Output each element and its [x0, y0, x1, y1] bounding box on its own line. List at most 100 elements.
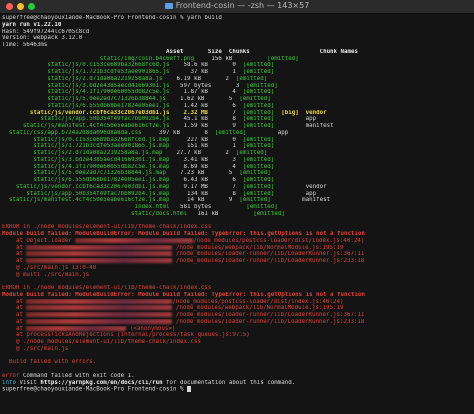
asset-chunk: 3	[207, 156, 243, 163]
asset-emitted: [emitted]	[242, 102, 275, 109]
terminal-output[interactable]: superfree@chaoyouxiande-MacBook-Pro Fron…	[0, 14, 474, 414]
asset-size: 1.59 kB	[169, 123, 208, 129]
asset-asset: static/js/5.0ee2ad7c71326b38844.js	[2, 96, 167, 102]
asset-names: manifest	[274, 123, 334, 129]
asset-chunk: 6	[207, 102, 243, 109]
yarn-error-line: error Command failed with exit code 1.	[2, 372, 135, 379]
asset-row: static/docs.html 161 kB [emitted]	[2, 211, 472, 218]
asset-chunk: 8	[207, 190, 243, 197]
asset-emitted: [emitted]	[242, 136, 275, 143]
redacted-path	[26, 298, 173, 304]
asset-row: static/js/5.0ee2ad7c71326b38844.js 1.62 …	[2, 96, 472, 103]
asset-emitted: [emitted]	[242, 190, 275, 197]
asset-names: app	[246, 129, 289, 136]
asset-names: vendor	[274, 183, 327, 190]
asset-size: 7.23 kB	[166, 170, 205, 177]
build-failed-message: Build failed with errors.	[2, 359, 97, 366]
asset-emitted: [emitted]	[242, 109, 275, 116]
asset-emitted: [emitted]	[239, 197, 271, 204]
stack-line: @ ./node_modules/element-ui/lib/theme-ch…	[2, 339, 201, 345]
asset-names: manifest	[270, 197, 331, 204]
stack-line: @ ./src/main.js	[2, 345, 69, 352]
asset-size: 161 kB	[186, 210, 219, 217]
asset-asset: static/js/0.c153ce689ba32668fc6d.js.map	[2, 136, 170, 143]
asset-row: static/js/4.1f17900e60055db82c5e.js 1.87…	[2, 89, 472, 96]
asset-asset: static/img/coin.b4c6eff.png	[2, 55, 194, 62]
asset-row: static/js/6.555db68be17824e05ee1.js 1.42…	[2, 103, 472, 110]
asset-row: static/js/3.bd2e4385aecd41669301.js 597 …	[2, 83, 472, 90]
asset-emitted: [emitted]	[239, 170, 271, 177]
asset-names: app	[274, 116, 317, 123]
redacted-path	[26, 305, 173, 311]
asset-table-header: Asset Size Chunks Chunk Names	[2, 48, 358, 55]
error-title: ERROR in ./node_modules/element-ui/lib/t…	[2, 224, 212, 231]
asset-asset: static/js/2.d71da08a2219258a8a.js	[2, 75, 163, 82]
asset-asset: static/js/3.bd2e4385aecd41669301.js.map	[2, 156, 170, 163]
asset-chunk: 8	[207, 116, 243, 123]
asset-size: 1.42 kB	[169, 102, 208, 109]
asset-row: static/js/4.1f17900e60055db82c5e.js.map …	[2, 164, 472, 171]
redacted-path	[26, 325, 127, 331]
asset-emitted: [emitted]	[246, 204, 278, 210]
asset-size: 2.32 MB	[169, 109, 208, 116]
asset-size: 397 kB	[141, 129, 180, 136]
asset-row: static/js/2.d71da08a2219258a8a.js.map 27…	[2, 150, 472, 157]
redacted-path	[26, 318, 173, 324]
asset-size: 6.43 kB	[169, 177, 208, 183]
asset-row: static/js/manifest.4cf4c50e5eabe616cf2e.…	[2, 123, 472, 130]
asset-row: index.html 581 bytes [emitted]	[2, 204, 472, 211]
yarn-info-line: info Visit https://yarnpkg.com/en/docs/c…	[2, 379, 296, 386]
asset-row: static/js/app.50b354f49fac7bb092b4.js 45…	[2, 116, 472, 123]
asset-size: 597 bytes	[169, 82, 212, 89]
asset-chunk	[218, 211, 253, 217]
asset-emitted: [emitted]	[242, 89, 275, 96]
asset-emitted: [emitted]	[242, 163, 275, 170]
asset-chunk: 6	[207, 177, 243, 183]
asset-asset: static/docs.html	[2, 210, 187, 217]
asset-emitted: [emitted]	[242, 123, 275, 129]
asset-asset: static/css/app.b724a2d8da096d8a8da.css	[2, 129, 142, 136]
asset-chunk: 4	[207, 163, 243, 170]
asset-row: static/js/manifest.4cf4c50e5eabe616cf2e.…	[2, 197, 472, 204]
asset-size: 3.41 kB	[169, 156, 208, 163]
asset-names: [big] vendor	[274, 109, 327, 116]
asset-emitted: [emitted]	[235, 150, 268, 156]
window-titlebar: Frontend-cosin — -zsh — 143×57	[0, 0, 474, 14]
prompt-line[interactable]: superfree@chaoyouxiande-MacBook-Pro Fron…	[2, 386, 472, 393]
asset-emitted: [emitted]	[242, 156, 275, 163]
time-line: Time: 56463ms	[2, 42, 48, 48]
asset-chunk: 5	[204, 170, 240, 177]
asset-chunk: 0	[207, 136, 243, 143]
stack-line: @ multi ./src/main.js	[2, 271, 90, 278]
stack-line: at /node_modules/loader-runner/lib/Loade…	[2, 312, 365, 318]
asset-chunk: 8	[180, 129, 215, 136]
asset-chunk: 4	[207, 89, 243, 96]
asset-emitted: [emitted]	[253, 210, 285, 217]
asset-asset: static/js/2.d71da08a2219258a8a.js.map	[2, 150, 163, 156]
asset-size: 151 kB	[169, 143, 208, 150]
stack-line: at /node_modules/webpack/lib/NormalModul…	[2, 305, 344, 312]
asset-emitted: [emitted]	[214, 129, 247, 136]
stack-line: at /node_modules/webpack/lib/NormalModul…	[2, 244, 344, 251]
asset-row: static/js/5.0ee2ad7c71326b38844.js.map 7…	[2, 170, 472, 177]
asset-row: static/js/6.555db68be17824e05ee1.js.map …	[2, 177, 472, 184]
asset-chunk: 2	[200, 75, 236, 82]
asset-size: 45.1 kB	[169, 116, 208, 123]
redacted-path	[26, 312, 173, 317]
asset-row: static/js/1.721b3cdfe53aee901865.js.map …	[2, 143, 472, 150]
docs-link[interactable]: https://yarnpkg.com/en/docs/cli/run	[40, 380, 162, 386]
stack-line: @ ./src/main.js 13:0-48	[2, 264, 97, 271]
asset-emitted: [emitted]	[239, 96, 271, 102]
asset-chunk: 1	[207, 143, 243, 150]
asset-size: 8.69 kB	[169, 163, 208, 170]
asset-asset: static/js/1.721b3cdfe53aee901865.js.map	[2, 143, 170, 150]
asset-asset: static/js/5.0ee2ad7c71326b38844.js.map	[2, 170, 167, 177]
asset-chunk: 9	[204, 197, 240, 204]
stack-line: at /node_modules/postcss-loader/dist/ind…	[2, 298, 344, 305]
asset-size: 9.17 MB	[169, 183, 208, 190]
asset-emitted: [emitted]	[242, 177, 275, 183]
asset-names: app	[274, 190, 317, 197]
stack-line: at processTicksAndRejections (internal/p…	[2, 332, 250, 339]
